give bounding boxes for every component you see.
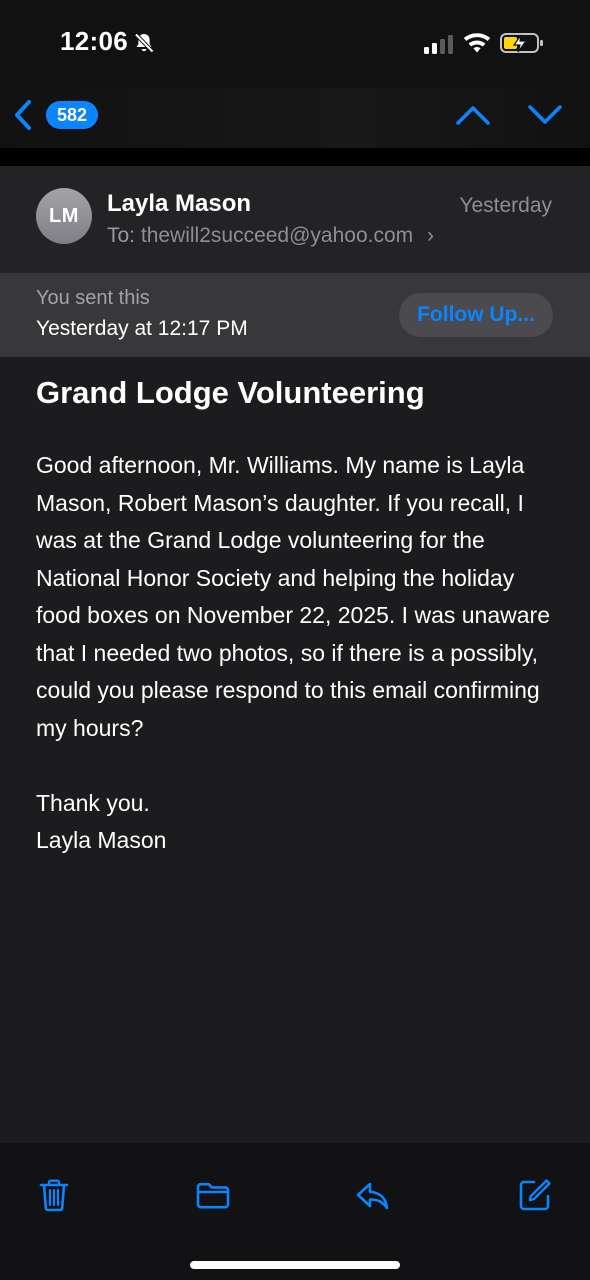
chevron-left-icon[interactable]: [10, 98, 36, 132]
email-paragraph: Good afternoon, Mr. Williams. My name is…: [36, 452, 550, 741]
chevron-up-icon[interactable]: [454, 102, 492, 128]
chevron-down-icon[interactable]: [526, 102, 564, 128]
email-signature: Layla Mason: [36, 827, 167, 853]
sent-status: You sent this: [36, 287, 150, 309]
cellular-signal-icon: [424, 35, 453, 54]
follow-up-button[interactable]: Follow Up...: [399, 293, 553, 337]
message-date: Yesterday: [459, 194, 552, 217]
sender-name[interactable]: Layla Mason: [107, 190, 251, 218]
recipient-address[interactable]: thewill2succeed@yahoo.com: [141, 224, 413, 247]
trash-icon[interactable]: [36, 1177, 72, 1213]
mail-screen: 12:06 582 LM Layla Mason To: thewill2suc…: [0, 0, 590, 1280]
home-indicator[interactable]: [190, 1261, 400, 1269]
chevron-right-icon[interactable]: ›: [427, 224, 434, 248]
wifi-icon: [463, 33, 491, 53]
email-content: Good afternoon, Mr. Williams. My name is…: [36, 447, 556, 860]
battery-charging-icon: [500, 33, 543, 53]
nav-divider: [0, 148, 590, 166]
sent-timestamp: Yesterday at 12:17 PM: [36, 317, 248, 340]
to-label: To:: [107, 224, 136, 247]
bell-slash-icon: [134, 33, 154, 53]
message-body: Grand Lodge Volunteering Good afternoon,…: [0, 357, 590, 1143]
status-bar: 12:06: [0, 0, 590, 88]
compose-icon[interactable]: [517, 1177, 553, 1213]
reply-icon[interactable]: [355, 1177, 391, 1213]
sent-banner: You sent this Yesterday at 12:17 PM Foll…: [0, 273, 590, 357]
folder-icon[interactable]: [195, 1177, 231, 1213]
nav-bar: 582: [0, 88, 590, 148]
email-subject: Grand Lodge Volunteering: [36, 375, 425, 410]
message-header: LM Layla Mason To: thewill2succeed@yahoo…: [0, 166, 590, 273]
email-closing: Thank you.: [36, 789, 150, 816]
status-time: 12:06: [60, 26, 128, 56]
recipient-line[interactable]: To: thewill2succeed@yahoo.com ›: [107, 224, 434, 248]
unread-count-badge[interactable]: 582: [46, 101, 98, 129]
bottom-toolbar: [0, 1143, 590, 1280]
avatar[interactable]: LM: [36, 188, 92, 244]
